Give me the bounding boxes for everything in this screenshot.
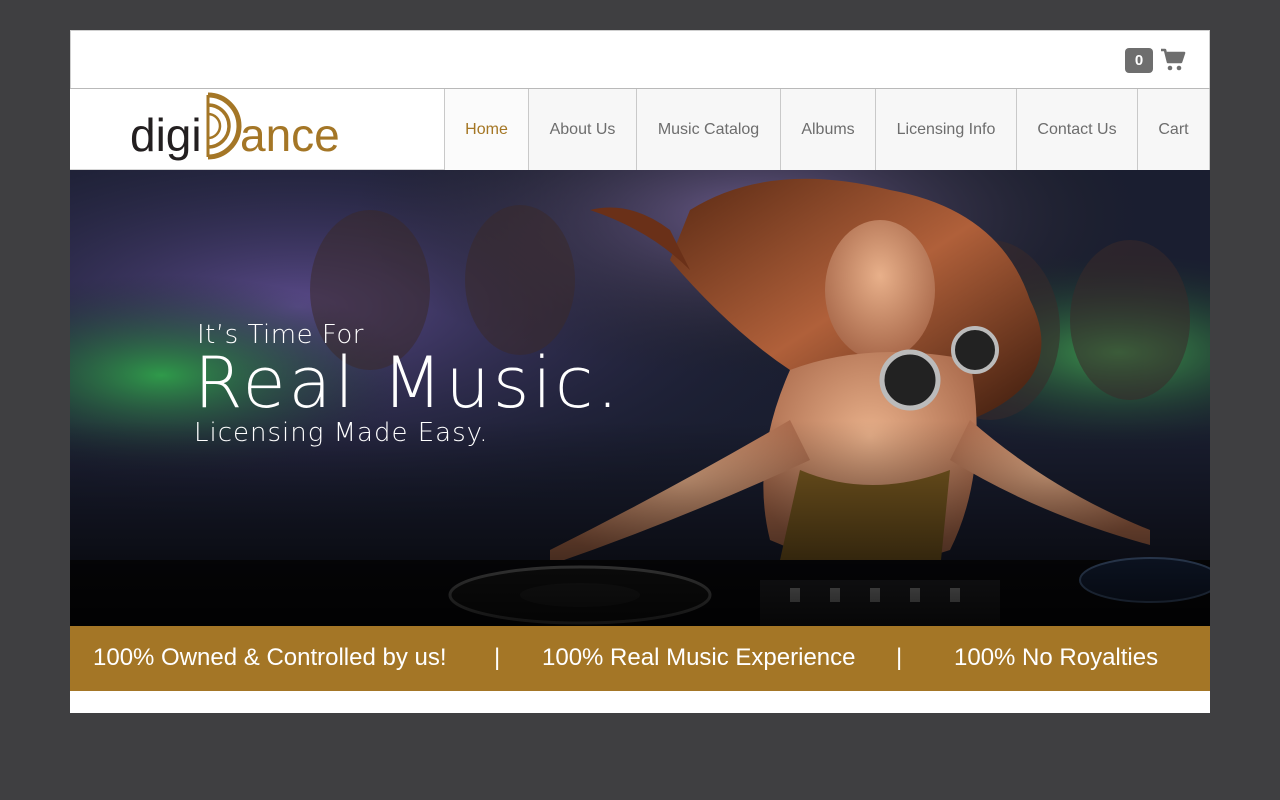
feature-owned: 100% Owned & Controlled by us! <box>93 644 447 671</box>
digidance-logo[interactable]: digi ance <box>128 91 358 167</box>
nav-albums[interactable]: Albums <box>780 89 875 170</box>
features-strip: 100% Owned & Controlled by us! | 100% Re… <box>70 626 1210 691</box>
logo-text-dark: digi <box>130 109 202 161</box>
feature-real-music: 100% Real Music Experience <box>542 644 856 671</box>
top-bar: 0 <box>70 30 1210 88</box>
page-container: 0 digi ance Home About Us Music Catalog … <box>70 30 1210 713</box>
cart-count-badge[interactable]: 0 <box>1125 48 1153 73</box>
site-header: digi ance Home About Us Music Catalog Al… <box>70 88 1210 170</box>
feature-no-royalties: 100% No Royalties <box>954 644 1159 671</box>
nav-about-us[interactable]: About Us <box>528 89 636 170</box>
feature-separator: | <box>494 644 501 671</box>
main-nav: Home About Us Music Catalog Albums Licen… <box>444 89 1210 170</box>
logo-d-mark <box>206 92 242 160</box>
nav-home[interactable]: Home <box>444 89 528 170</box>
nav-music-catalog[interactable]: Music Catalog <box>636 89 780 170</box>
hero-line-2: Real Music. <box>194 342 622 424</box>
nav-licensing-info[interactable]: Licensing Info <box>875 89 1016 170</box>
nav-contact-us[interactable]: Contact Us <box>1016 89 1137 170</box>
hero-banner: It’s Time For Real Music. Licensing Made… <box>70 170 1210 626</box>
cart-icon[interactable] <box>1160 47 1186 73</box>
nav-cart[interactable]: Cart <box>1137 89 1210 170</box>
logo-text-gold: ance <box>240 109 340 161</box>
feature-separator: | <box>896 644 903 671</box>
hero-tagline: It’s Time For Real Music. Licensing Made… <box>194 320 622 448</box>
